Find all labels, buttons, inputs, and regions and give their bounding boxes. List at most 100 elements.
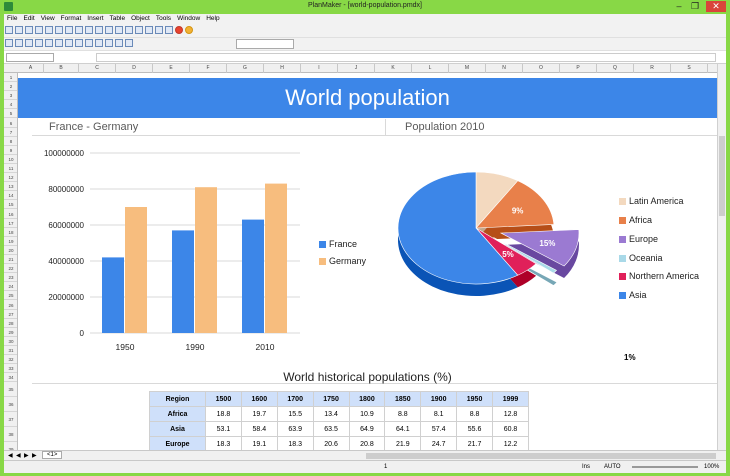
bar-germany-2010[interactable] [265, 183, 287, 333]
table-cell[interactable]: 63.5 [312, 421, 350, 437]
row-header[interactable]: 13 [4, 182, 17, 192]
row-header[interactable]: 28 [4, 319, 17, 328]
open-icon[interactable] [15, 26, 23, 34]
table-header-cell[interactable]: 1900 [420, 391, 458, 407]
row-header[interactable]: 6 [4, 119, 17, 128]
table-cell[interactable]: 57.4 [420, 421, 458, 437]
column-header[interactable]: P [560, 64, 597, 73]
table-cell[interactable]: 18.3 [205, 436, 242, 450]
new-icon[interactable] [5, 26, 13, 34]
close-icon[interactable]: ✕ [706, 1, 726, 12]
object-image-icon[interactable] [15, 39, 23, 47]
object-line-icon[interactable] [65, 39, 73, 47]
row-header[interactable]: 5 [4, 109, 17, 119]
column-header[interactable]: L [412, 64, 449, 73]
menu-edit[interactable]: Edit [20, 14, 37, 23]
maximize-icon[interactable]: ❐ [688, 1, 702, 12]
row-header[interactable]: 9 [4, 146, 17, 155]
table-header-cell[interactable]: 1700 [276, 391, 314, 407]
row-header[interactable]: 10 [4, 155, 17, 164]
column-header[interactable]: B [44, 64, 79, 73]
row-header[interactable]: 33 [4, 364, 17, 374]
status-ins[interactable]: Ins [582, 464, 590, 470]
table-cell[interactable]: 10.9 [348, 406, 386, 422]
prev-sheet-icon[interactable]: ◀ [16, 452, 21, 459]
row-header[interactable]: 32 [4, 355, 17, 365]
menu-file[interactable]: File [4, 14, 20, 23]
table-cell[interactable]: 15.5 [276, 406, 314, 422]
row-header[interactable]: 4 [4, 100, 17, 110]
bar-chart[interactable]: 100000000 80000000 60000000 40000000 2000000… [18, 141, 378, 361]
row-header[interactable]: 37 [4, 412, 17, 428]
table-cell[interactable]: 24.7 [420, 436, 458, 450]
table-cell[interactable]: 20.8 [348, 436, 386, 450]
menu-tools[interactable]: Tools [153, 14, 174, 23]
row-header[interactable]: 20 [4, 246, 17, 255]
formula-input[interactable] [96, 53, 716, 62]
row-header[interactable]: 16 [4, 210, 17, 219]
last-sheet-icon[interactable]: ▶ [32, 452, 37, 459]
vertical-scroll-thumb[interactable] [719, 136, 725, 216]
column-header[interactable]: Q [597, 64, 634, 73]
column-header[interactable]: M [449, 64, 486, 73]
object-rect-icon[interactable] [75, 39, 83, 47]
row-header[interactable]: 38 [4, 427, 17, 443]
table-cell[interactable]: 8.1 [420, 406, 458, 422]
bar-france-1990[interactable] [172, 230, 194, 333]
table-cell[interactable]: 19.1 [240, 436, 278, 450]
row-header[interactable]: 36 [4, 397, 17, 413]
table-cell[interactable]: 63.9 [276, 421, 314, 437]
table-row-label[interactable]: Asia [149, 421, 206, 437]
sheet-tab[interactable]: <1> [42, 451, 63, 459]
table-cell[interactable]: 13.4 [312, 406, 350, 422]
save-icon[interactable] [25, 26, 33, 34]
column-header[interactable]: I [301, 64, 338, 73]
table-cell[interactable]: 8.8 [384, 406, 422, 422]
style-dropdown[interactable] [236, 39, 294, 49]
column-header[interactable]: O [523, 64, 560, 73]
row-header[interactable]: 31 [4, 346, 17, 356]
table-row-label[interactable]: Europe [149, 436, 206, 450]
spreadsheet-grid[interactable]: World population France - Germany Popula… [18, 73, 717, 450]
row-header[interactable]: 22 [4, 264, 17, 274]
object-ole-icon[interactable] [55, 39, 63, 47]
row-header[interactable]: 18 [4, 228, 17, 237]
bar-germany-1950[interactable] [125, 207, 147, 333]
bar-france-2010[interactable] [242, 219, 264, 333]
object-shape-icon[interactable] [95, 39, 103, 47]
object-ellipse-icon[interactable] [85, 39, 93, 47]
table-cell[interactable]: 64.1 [384, 421, 422, 437]
sort-icon[interactable] [145, 26, 153, 34]
grid-icon[interactable] [135, 26, 143, 34]
zoom-icon[interactable] [115, 26, 123, 34]
table-cell[interactable]: 18.3 [276, 436, 314, 450]
copy-icon[interactable] [65, 26, 73, 34]
table-cell[interactable]: 21.7 [456, 436, 493, 450]
table-cell[interactable]: 8.8 [456, 406, 493, 422]
table-header-cell[interactable]: 1600 [240, 391, 278, 407]
row-header[interactable]: 35 [4, 382, 17, 398]
horizontal-scrollbar[interactable] [366, 453, 716, 459]
row-header[interactable]: 14 [4, 191, 17, 201]
row-header[interactable]: 39 [4, 442, 17, 450]
row-header[interactable]: 3 [4, 91, 17, 101]
chart-icon[interactable] [105, 26, 113, 34]
column-header[interactable]: R [634, 64, 671, 73]
cut-icon[interactable] [55, 26, 63, 34]
row-header[interactable]: 1 [4, 73, 17, 83]
pie-chart[interactable]: 9% 15% 5% [388, 168, 618, 318]
object-align-icon[interactable] [125, 39, 133, 47]
table-cell[interactable]: 18.8 [205, 406, 242, 422]
info-icon[interactable] [185, 26, 193, 34]
table-header-cell[interactable]: 1850 [384, 391, 422, 407]
row-header[interactable]: 23 [4, 273, 17, 283]
column-header[interactable]: K [375, 64, 412, 73]
table-cell[interactable]: 64.9 [348, 421, 386, 437]
row-header[interactable]: 7 [4, 128, 17, 137]
row-header[interactable]: 26 [4, 301, 17, 310]
paste-icon[interactable] [75, 26, 83, 34]
table-icon[interactable] [125, 26, 133, 34]
menu-view[interactable]: View [38, 14, 58, 23]
table-cell[interactable]: 58.4 [240, 421, 278, 437]
column-header[interactable]: F [190, 64, 227, 73]
